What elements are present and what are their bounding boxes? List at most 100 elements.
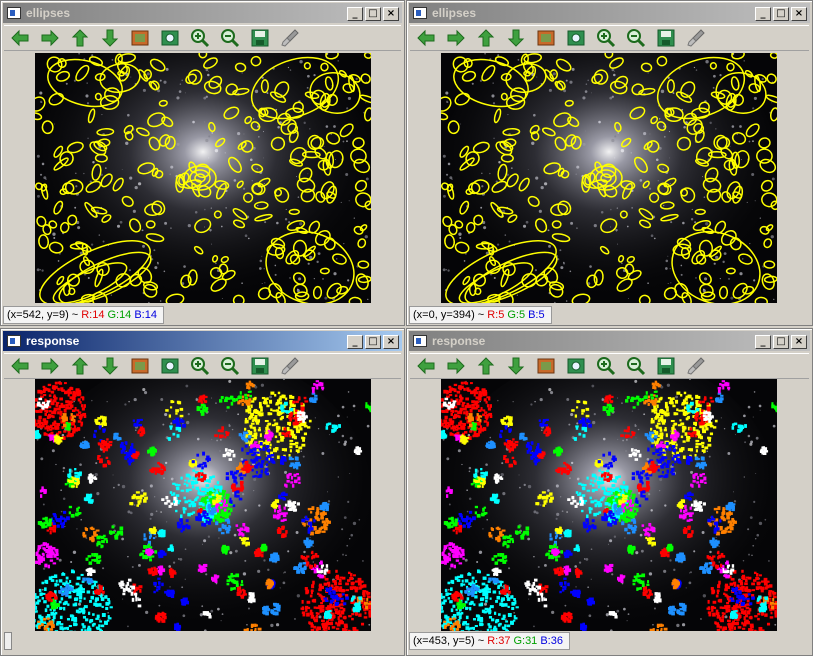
- arrow-up-icon: [477, 357, 495, 375]
- arrow-down-button[interactable]: [98, 27, 122, 49]
- zoom-out-button[interactable]: [624, 355, 648, 377]
- arrow-down-button[interactable]: [504, 355, 528, 377]
- image-canvas-response[interactable]: [35, 379, 371, 631]
- maximize-button[interactable]: □: [365, 335, 381, 349]
- arrow-up-icon: [477, 29, 495, 47]
- maximize-button[interactable]: □: [773, 7, 789, 21]
- zoom-in-button[interactable]: [188, 27, 212, 49]
- ellipse-overlay: [35, 53, 371, 303]
- maximize-button[interactable]: □: [773, 335, 789, 349]
- zoom-out-button[interactable]: [624, 27, 648, 49]
- arrow-right-button[interactable]: [444, 27, 468, 49]
- status-bar: (x=453, y=5) ~ R:37 G:31 B:36: [409, 632, 570, 650]
- save-button[interactable]: [654, 355, 678, 377]
- minimize-button[interactable]: _: [347, 7, 363, 21]
- arrow-right-button[interactable]: [38, 355, 62, 377]
- status-g: G:5: [507, 309, 526, 321]
- image-canvas-response[interactable]: [441, 379, 777, 631]
- status-coord: (x=453, y=5): [413, 635, 475, 647]
- image-canvas-ellipses[interactable]: [35, 53, 371, 303]
- status-b: B:14: [134, 309, 157, 321]
- brush-button[interactable]: [684, 355, 708, 377]
- status-bar: (x=0, y=394) ~ R:5 G:5 B:5: [409, 306, 552, 324]
- zoom-out-icon: [627, 29, 646, 48]
- zoom-fit-button[interactable]: [564, 355, 588, 377]
- brush-button[interactable]: [278, 355, 302, 377]
- window-titlebar[interactable]: response _ □ ×: [3, 331, 402, 351]
- image-canvas-ellipses[interactable]: [441, 53, 777, 303]
- status-r: R:5: [487, 309, 505, 321]
- zoom-fit-button[interactable]: [158, 27, 182, 49]
- image-icon: [537, 30, 555, 46]
- minimize-button[interactable]: _: [755, 335, 771, 349]
- brush-icon: [281, 29, 299, 47]
- zoom-fit-icon: [567, 30, 585, 46]
- arrow-down-button[interactable]: [98, 355, 122, 377]
- window-title: response: [432, 334, 486, 348]
- status-sep: ~: [71, 309, 79, 321]
- zoom-out-button[interactable]: [218, 27, 242, 49]
- close-button[interactable]: ×: [383, 335, 399, 349]
- arrow-left-icon: [11, 29, 29, 47]
- window-titlebar[interactable]: ellipses _ □ ×: [3, 3, 402, 23]
- arrow-right-icon: [447, 357, 465, 375]
- arrow-up-button[interactable]: [474, 355, 498, 377]
- zoom-in-button[interactable]: [594, 27, 618, 49]
- window-title: ellipses: [432, 6, 477, 20]
- zoom-in-button[interactable]: [188, 355, 212, 377]
- arrow-right-icon: [41, 357, 59, 375]
- window-ellipses-1: ellipses _ □ × (x=542, y=9) ~ R:14 G:14 …: [0, 0, 405, 326]
- minimize-button[interactable]: _: [755, 7, 771, 21]
- arrow-left-button[interactable]: [414, 355, 438, 377]
- save-button[interactable]: [248, 355, 272, 377]
- arrow-up-button[interactable]: [68, 27, 92, 49]
- close-button[interactable]: ×: [383, 7, 399, 21]
- status-bar: (x=542, y=9) ~ R:14 G:14 B:14: [3, 306, 164, 324]
- zoom-fit-button[interactable]: [564, 27, 588, 49]
- save-icon: [251, 29, 269, 47]
- window-titlebar[interactable]: response _ □ ×: [409, 331, 810, 351]
- save-button[interactable]: [654, 27, 678, 49]
- zoom-fit-icon: [161, 358, 179, 374]
- response-overlay: [35, 379, 371, 631]
- arrow-down-icon: [101, 29, 119, 47]
- brush-icon: [281, 357, 299, 375]
- arrow-right-button[interactable]: [444, 355, 468, 377]
- save-icon: [657, 29, 675, 47]
- status-r: R:37: [487, 635, 511, 647]
- window-titlebar[interactable]: ellipses _ □ ×: [409, 3, 810, 23]
- arrow-down-icon: [507, 357, 525, 375]
- brush-button[interactable]: [278, 27, 302, 49]
- close-button[interactable]: ×: [791, 335, 807, 349]
- close-button[interactable]: ×: [791, 7, 807, 21]
- arrow-up-button[interactable]: [474, 27, 498, 49]
- zoom-fit-button[interactable]: [158, 355, 182, 377]
- arrow-left-button[interactable]: [8, 355, 32, 377]
- arrow-left-button[interactable]: [414, 27, 438, 49]
- zoom-in-button[interactable]: [594, 355, 618, 377]
- image-button[interactable]: [534, 355, 558, 377]
- zoom-out-button[interactable]: [218, 355, 242, 377]
- image-button[interactable]: [128, 27, 152, 49]
- minimize-button[interactable]: _: [347, 335, 363, 349]
- arrow-up-button[interactable]: [68, 355, 92, 377]
- brush-button[interactable]: [684, 27, 708, 49]
- window-app-icon: [413, 7, 427, 19]
- window-title: ellipses: [26, 6, 71, 20]
- maximize-button[interactable]: □: [365, 7, 381, 21]
- ellipse-overlay: [441, 53, 777, 303]
- arrow-left-icon: [11, 357, 29, 375]
- image-button[interactable]: [128, 355, 152, 377]
- brush-icon: [687, 357, 705, 375]
- toolbar: [4, 25, 401, 51]
- window-app-icon: [7, 7, 21, 19]
- toolbar: [4, 353, 401, 379]
- save-button[interactable]: [248, 27, 272, 49]
- zoom-in-icon: [597, 29, 616, 48]
- arrow-down-button[interactable]: [504, 27, 528, 49]
- arrow-right-button[interactable]: [38, 27, 62, 49]
- image-button[interactable]: [534, 27, 558, 49]
- arrow-left-button[interactable]: [8, 27, 32, 49]
- arrow-right-icon: [41, 29, 59, 47]
- status-sep: ~: [477, 635, 485, 647]
